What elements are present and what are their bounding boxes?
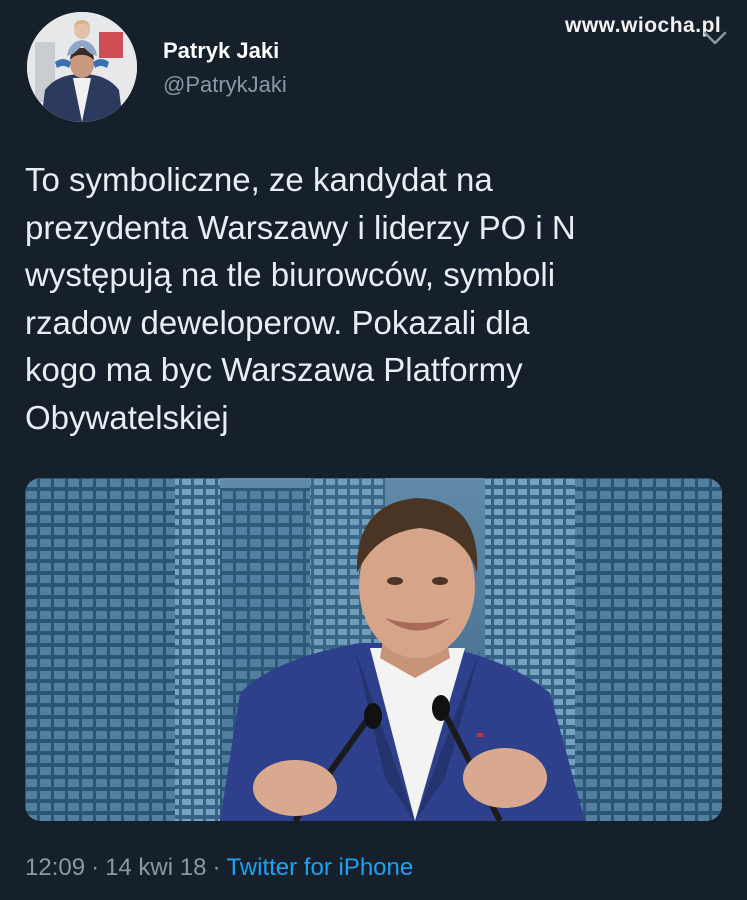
tweet-text-line: kogo ma byc Warszawa Platformy	[25, 351, 523, 388]
tweet-source-link[interactable]: Twitter for iPhone	[226, 854, 413, 881]
tweet-text-line: występują na tle biurowców, symboli	[25, 256, 556, 293]
author-handle[interactable]: @PatrykJaki	[163, 72, 287, 98]
meta-separator: ·	[91, 854, 100, 881]
tweet-text-line: To symboliczne, ze kandydat na	[25, 161, 493, 198]
tweet-text-line: prezydenta Warszawy i liderzy PO i N	[25, 208, 576, 246]
tweet-meta: 12:09 · 14 kwi 18 · Twitter for iPhone	[25, 854, 413, 882]
author-name[interactable]: Patryk Jaki	[163, 38, 279, 64]
tweet-text-line: rzadow deweloperow. Pokazali dla	[25, 303, 530, 341]
avatar-image	[27, 12, 137, 122]
tweet-photo	[25, 478, 722, 821]
tweet-date[interactable]: 14 kwi 18	[105, 854, 206, 881]
chevron-down-icon[interactable]	[702, 30, 728, 46]
tweet-media[interactable]	[25, 478, 722, 821]
tweet: Patryk Jaki @PatrykJaki www.wiocha.pl To…	[0, 0, 747, 900]
avatar[interactable]	[27, 12, 137, 122]
watermark: www.wiocha.pl	[565, 14, 722, 37]
tweet-text-line: Obywatelskiej	[25, 398, 229, 436]
tweet-text: To symboliczne, ze kandydat na prezydent…	[25, 156, 725, 441]
tweet-time[interactable]: 12:09	[25, 854, 85, 881]
meta-separator: ·	[212, 854, 221, 881]
